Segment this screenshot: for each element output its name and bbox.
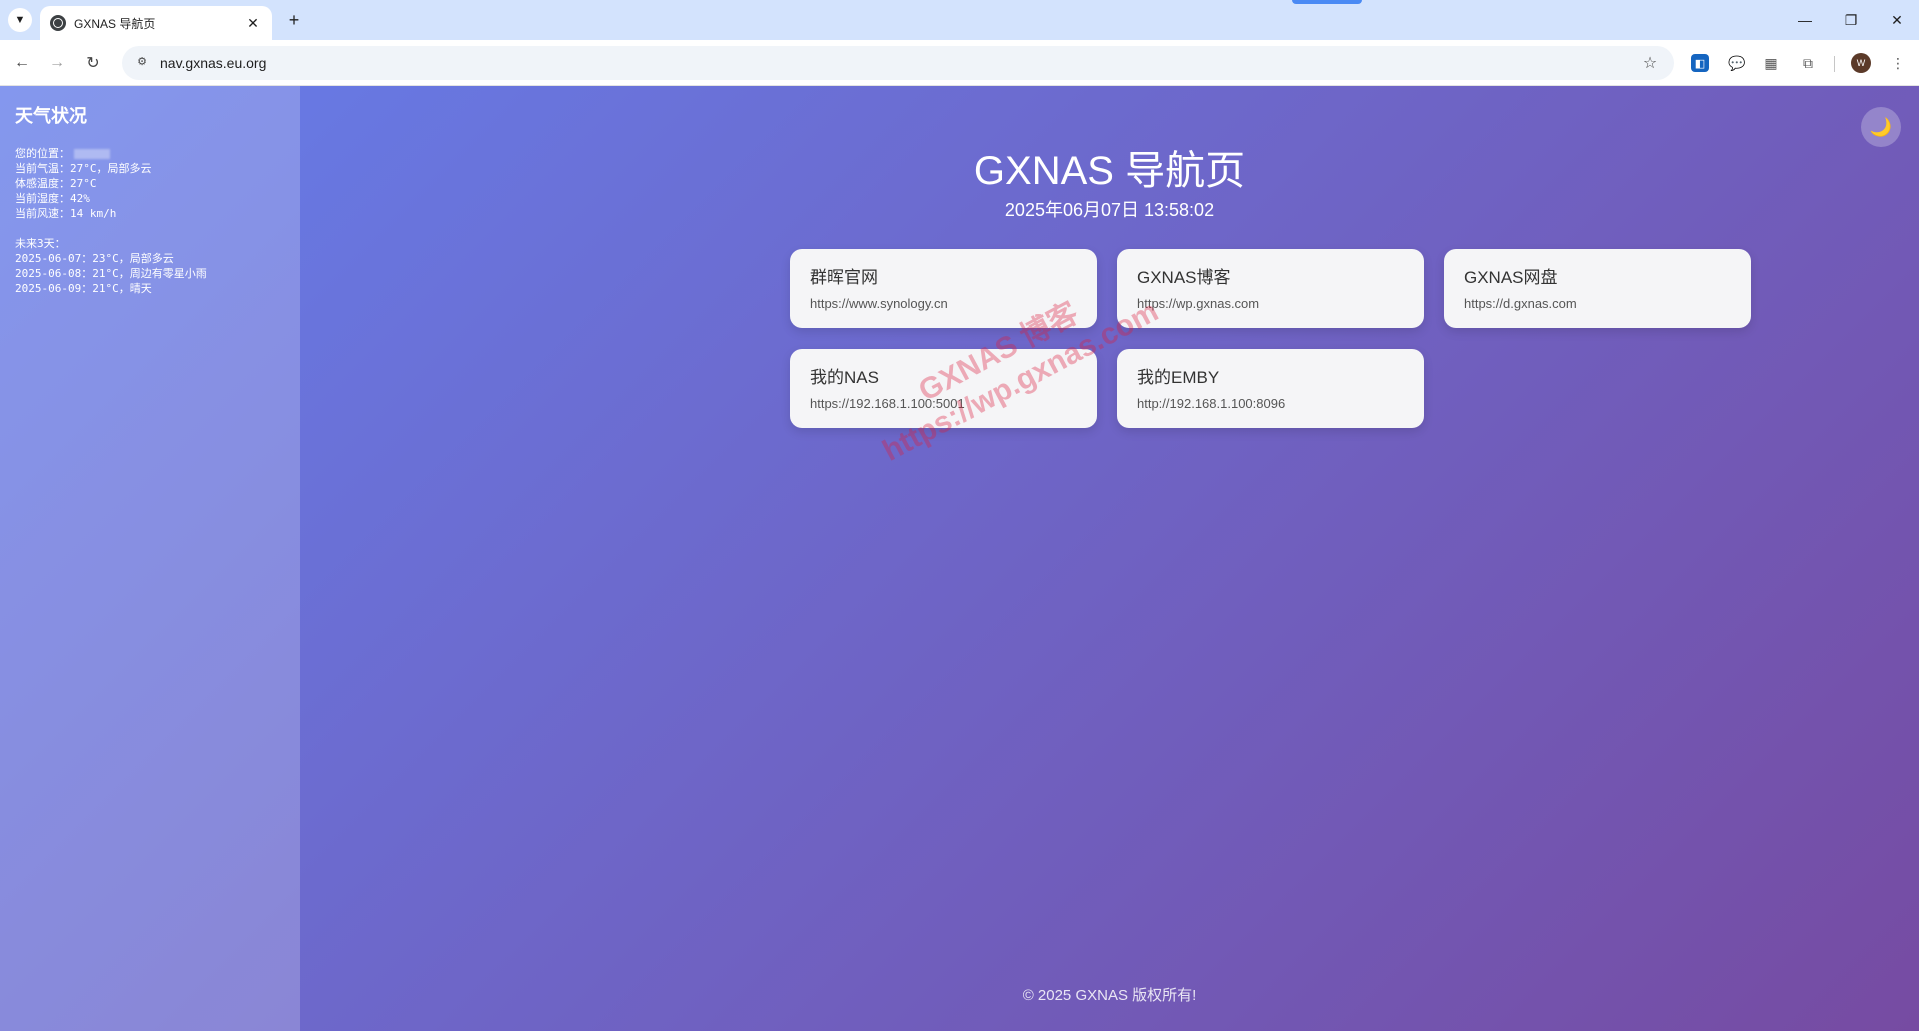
new-tab-button[interactable]: + xyxy=(282,8,306,32)
browser-tab-bar: ▼ GXNAS 导航页 ✕ + — ❐ ✕ xyxy=(0,0,1919,40)
link-card-title: GXNAS博客 xyxy=(1137,268,1231,287)
forecast-title: 未来3天： xyxy=(15,237,66,250)
weather-current-temp: 当前气温：27°C，局部多云 xyxy=(15,162,152,175)
link-card-gxnas-blog[interactable]: GXNAS博客 https://wp.gxnas.com xyxy=(1117,249,1424,328)
close-window-button[interactable]: ✕ xyxy=(1885,8,1909,32)
arrow-right-icon: → xyxy=(49,54,65,71)
profile-avatar[interactable]: W xyxy=(1851,53,1871,73)
forecast-day: 2025-06-09：21°C，晴天 xyxy=(15,282,152,295)
forward-button[interactable]: → xyxy=(44,50,70,76)
tab-search-button[interactable]: ▼ xyxy=(8,8,32,32)
chevron-down-icon: ▼ xyxy=(14,14,26,26)
link-card-title: 我的EMBY xyxy=(1137,368,1220,387)
link-card-url: https://wp.gxnas.com xyxy=(1137,296,1260,311)
calendar-extension-icon[interactable]: ▦ xyxy=(1760,52,1782,74)
weather-feels-like: 体感温度：27°C xyxy=(15,177,97,190)
moon-icon: 🌙 xyxy=(1869,116,1893,137)
link-card-url: https://d.gxnas.com xyxy=(1464,296,1577,311)
arrow-left-icon: ← xyxy=(14,54,30,71)
tab-title: GXNAS 导航页 xyxy=(74,16,156,31)
address-bar[interactable]: ⚙ nav.gxnas.eu.org ☆ xyxy=(122,46,1674,80)
link-card-title: GXNAS网盘 xyxy=(1464,268,1558,287)
weather-wind: 当前风速：14 km/h xyxy=(15,207,117,220)
weather-location: 您的位置： xyxy=(15,146,285,161)
star-icon[interactable]: ☆ xyxy=(1638,53,1662,73)
globe-icon xyxy=(50,15,66,31)
plus-icon: + xyxy=(288,9,300,30)
link-card-url: https://192.168.1.100:5001 xyxy=(810,396,965,411)
back-button[interactable]: ← xyxy=(9,50,35,76)
tune-icon[interactable]: ⚙ xyxy=(134,55,150,71)
url-text[interactable]: nav.gxnas.eu.org xyxy=(160,55,1638,71)
toolbar-divider xyxy=(1834,56,1835,72)
link-card-my-emby[interactable]: 我的EMBY http://192.168.1.100:8096 xyxy=(1117,349,1424,428)
link-card-url: http://192.168.1.100:8096 xyxy=(1137,396,1286,411)
bitwarden-extension-icon[interactable]: ◧ xyxy=(1691,54,1709,72)
tab-group-indicator xyxy=(1292,0,1362,4)
tab-close-icon[interactable]: ✕ xyxy=(244,15,262,32)
reload-icon: ↻ xyxy=(86,55,100,72)
link-card-url: https://www.synology.cn xyxy=(810,296,948,311)
link-card-gxnas-drive[interactable]: GXNAS网盘 https://d.gxnas.com xyxy=(1444,249,1751,328)
link-card-my-nas[interactable]: 我的NAS https://192.168.1.100:5001 xyxy=(790,349,1097,428)
weather-title: 天气状况 xyxy=(15,106,87,126)
forecast-day: 2025-06-07：23°C，局部多云 xyxy=(15,252,174,265)
page-title: GXNAS 导航页 xyxy=(973,149,1246,193)
reload-button[interactable]: ↻ xyxy=(80,50,106,76)
link-card-synology[interactable]: 群晖官网 https://www.synology.cn xyxy=(790,249,1097,328)
page-footer: © 2025 GXNAS 版权所有! xyxy=(1022,987,1197,1004)
close-icon: ✕ xyxy=(1891,11,1903,28)
browser-toolbar: ← → ↻ ⚙ nav.gxnas.eu.org ☆ ◧ 💬 ▦ ⧉ W ⋮ xyxy=(0,40,1919,86)
puzzle-extensions-icon[interactable]: ⧉ xyxy=(1797,52,1819,74)
weather-humidity: 当前湿度：42% xyxy=(15,192,90,205)
minimize-icon: — xyxy=(1798,12,1812,28)
current-datetime: 2025年06月07日 13:58:02 xyxy=(1004,200,1215,220)
restore-icon: ❐ xyxy=(1844,11,1858,28)
location-value-blurred xyxy=(74,149,110,159)
restore-button[interactable]: ❐ xyxy=(1839,8,1863,32)
browser-tab[interactable]: GXNAS 导航页 ✕ xyxy=(40,6,272,40)
link-card-title: 我的NAS xyxy=(810,368,879,387)
forecast-day: 2025-06-08：21°C，周边有零星小雨 xyxy=(15,267,207,280)
location-label: 您的位置： xyxy=(15,147,70,160)
page-viewport: 天气状况 您的位置： 当前气温：27°C，局部多云 体感温度：27°C 当前湿度… xyxy=(0,86,1919,1031)
link-card-title: 群晖官网 xyxy=(810,268,878,287)
kebab-menu-icon[interactable]: ⋮ xyxy=(1887,52,1909,74)
weather-sidebar: 天气状况 您的位置： 当前气温：27°C，局部多云 体感温度：27°C 当前湿度… xyxy=(0,86,300,1031)
minimize-button[interactable]: — xyxy=(1793,8,1817,32)
chat-extension-icon[interactable]: 💬 xyxy=(1726,52,1748,74)
